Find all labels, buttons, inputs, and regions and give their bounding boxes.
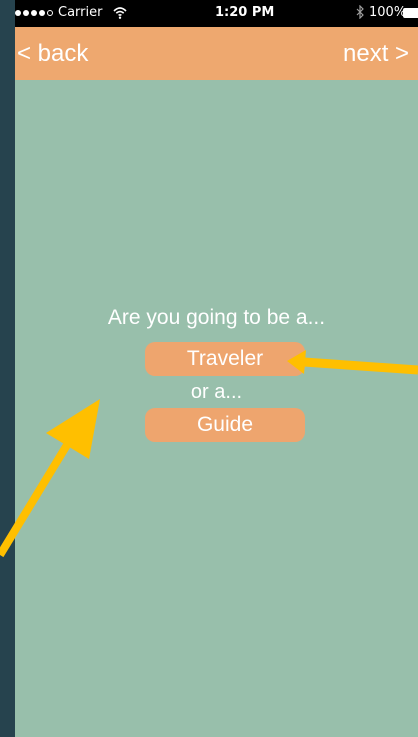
status-bar: Carrier 1:20 PM 100% <box>15 0 418 27</box>
carrier-label: Carrier <box>58 5 103 20</box>
time-label: 1:20 PM <box>215 5 275 20</box>
signal-dot <box>23 10 29 16</box>
battery-icon <box>403 8 418 18</box>
phone-screen: Carrier 1:20 PM 100% < back next > Are y… <box>15 0 418 737</box>
next-button[interactable]: next > <box>343 40 409 68</box>
signal-dot-empty <box>47 10 53 16</box>
guide-button[interactable]: Guide <box>145 408 305 442</box>
or-label: or a... <box>190 381 243 403</box>
signal-dot <box>39 10 45 16</box>
battery-percentage: 100% <box>369 5 407 20</box>
bluetooth-icon <box>356 5 364 19</box>
role-question: Are you going to be a... <box>107 306 326 329</box>
screen-background: Carrier 1:20 PM 100% < back next > Are y… <box>0 0 418 737</box>
navigation-bar: < back next > <box>15 27 418 80</box>
back-button[interactable]: < back <box>17 40 88 68</box>
signal-dot <box>31 10 37 16</box>
traveler-button[interactable]: Traveler <box>145 342 305 376</box>
signal-icon <box>15 7 53 19</box>
signal-dot <box>15 10 21 16</box>
wifi-icon <box>113 7 127 19</box>
